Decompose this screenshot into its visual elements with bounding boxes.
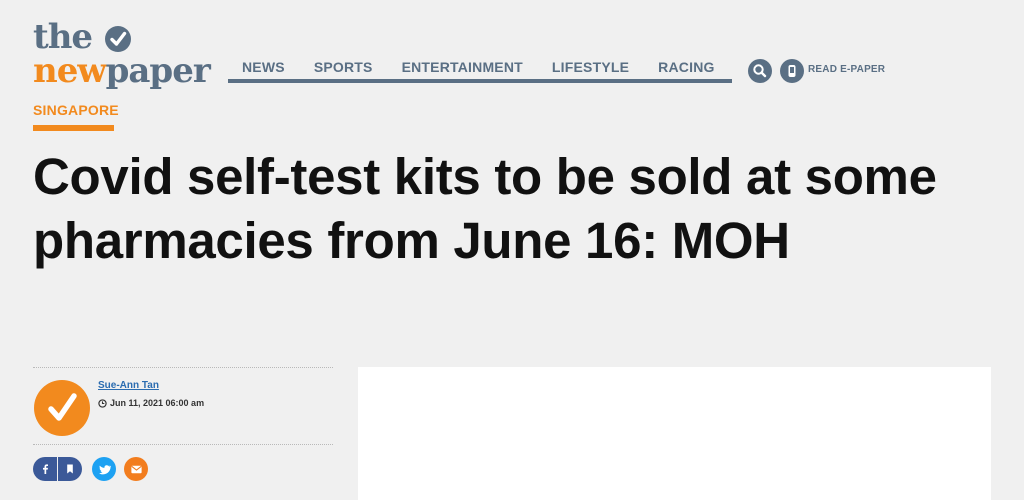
publish-date: Jun 11, 2021 06:00 am bbox=[98, 398, 204, 408]
logo-the: the bbox=[33, 17, 93, 57]
logo-check-icon bbox=[105, 26, 131, 52]
twitter-icon bbox=[98, 464, 111, 474]
nav-lifestyle[interactable]: LIFESTYLE bbox=[552, 56, 629, 78]
share-email-button[interactable] bbox=[124, 457, 148, 481]
bookmark-button[interactable] bbox=[58, 457, 82, 481]
nav-news[interactable]: NEWS bbox=[242, 56, 285, 78]
section-label[interactable]: SINGAPORE bbox=[33, 101, 119, 131]
check-icon bbox=[48, 393, 77, 421]
article-headline: Covid self-test kits to be sold at some … bbox=[33, 148, 937, 269]
share-facebook-button[interactable] bbox=[33, 457, 57, 481]
bookmark-icon bbox=[67, 464, 73, 474]
epaper-button[interactable] bbox=[780, 59, 804, 83]
facebook-icon bbox=[43, 464, 48, 474]
share-facebook-bookmark bbox=[33, 457, 82, 481]
read-epaper-link[interactable]: READ E-PAPER bbox=[808, 64, 885, 75]
epaper-icon bbox=[788, 65, 796, 77]
search-icon bbox=[753, 64, 767, 78]
author-avatar bbox=[34, 380, 90, 436]
divider-top bbox=[33, 367, 333, 368]
publish-date-text: Jun 11, 2021 06:00 am bbox=[110, 398, 205, 408]
main-nav: NEWS SPORTS ENTERTAINMENT LIFESTYLE RACI… bbox=[228, 56, 732, 83]
divider-bottom bbox=[33, 444, 333, 445]
nav-racing[interactable]: RACING bbox=[658, 56, 714, 78]
author-name-link[interactable]: Sue-Ann Tan bbox=[98, 380, 159, 391]
article-image bbox=[358, 367, 991, 500]
share-twitter-button[interactable] bbox=[92, 457, 116, 481]
logo-newpaper: newpaper bbox=[33, 51, 211, 91]
nav-entertainment[interactable]: ENTERTAINMENT bbox=[402, 56, 523, 78]
clock-icon bbox=[98, 398, 107, 408]
search-button[interactable] bbox=[748, 59, 772, 83]
nav-sports[interactable]: SPORTS bbox=[314, 56, 373, 78]
email-icon bbox=[130, 465, 142, 473]
site-logo[interactable]: the newpaper bbox=[33, 20, 223, 90]
